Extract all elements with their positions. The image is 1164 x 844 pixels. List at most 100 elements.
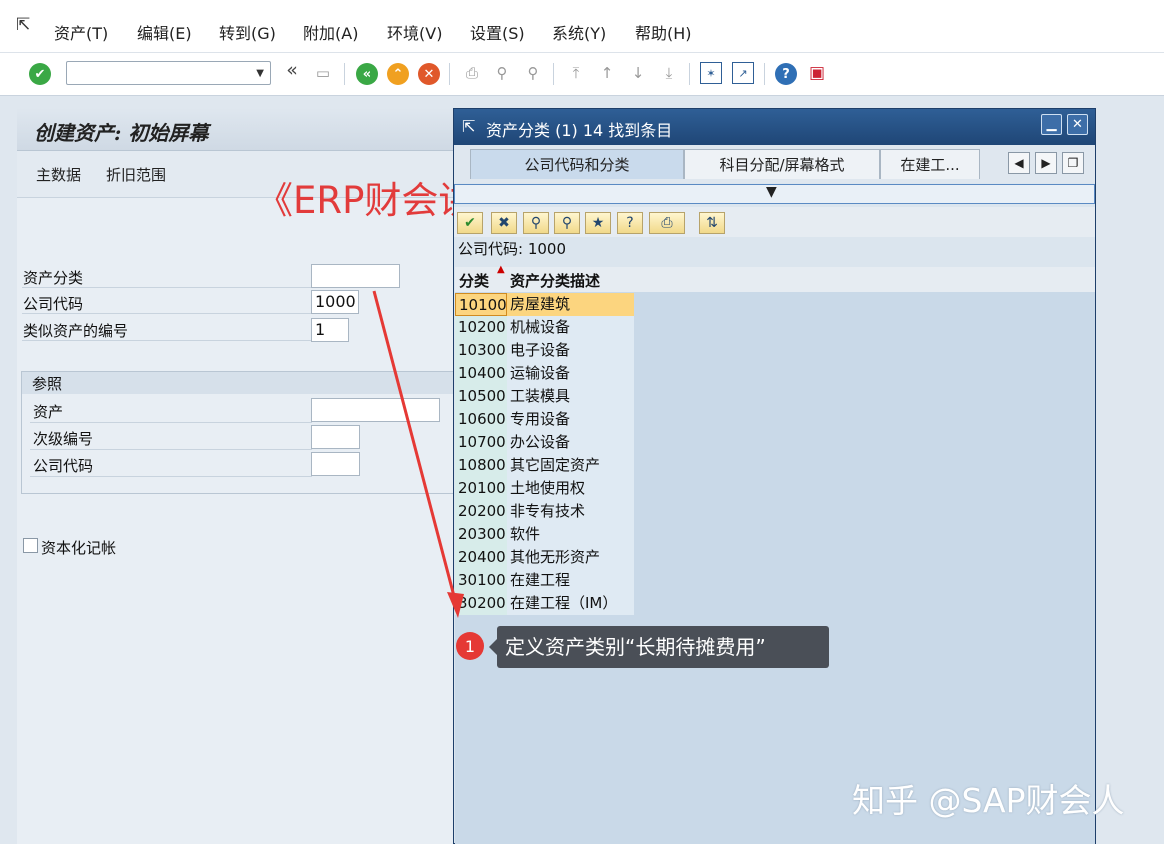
asset-class-code: 10700 bbox=[455, 431, 507, 454]
list-item[interactable]: 10600 专用设备 bbox=[455, 408, 634, 431]
asset-class-description: 工装模具 bbox=[507, 385, 634, 408]
list-item[interactable]: 20100 土地使用权 bbox=[455, 477, 634, 500]
master-data-button[interactable]: 主数据 bbox=[36, 164, 81, 185]
print-icon[interactable]: ⎙ bbox=[649, 212, 685, 234]
menu-extras[interactable]: 附加(A) bbox=[303, 20, 358, 44]
asset-class-description: 在建工程 bbox=[507, 569, 634, 592]
toolbar-separator bbox=[764, 63, 765, 85]
find-icon[interactable]: ⚲ bbox=[523, 212, 549, 234]
divider bbox=[22, 313, 312, 314]
similar-assets-label: 类似资产的编号 bbox=[23, 322, 129, 340]
asset-class-code: 20100 bbox=[455, 477, 507, 500]
list-item[interactable]: 10200 机械设备 bbox=[455, 316, 634, 339]
save-icon[interactable]: ▭ bbox=[312, 62, 334, 84]
menu-goto[interactable]: 转到(G) bbox=[219, 20, 276, 44]
minimize-icon[interactable]: ▁ bbox=[1041, 114, 1062, 135]
list-item[interactable]: 10700 办公设备 bbox=[455, 431, 634, 454]
list-item[interactable]: 10400 运输设备 bbox=[455, 362, 634, 385]
shortcut-icon[interactable]: ↗ bbox=[732, 62, 754, 84]
asset-class-description: 其他无形资产 bbox=[507, 546, 634, 569]
list-item[interactable]: 30200 在建工程（IM） bbox=[455, 592, 634, 615]
find-next-icon[interactable]: ⚲ bbox=[522, 62, 544, 84]
company-code-input[interactable]: 1000 bbox=[311, 290, 359, 314]
asset-class-code: 10600 bbox=[455, 408, 507, 431]
list-item[interactable]: 10800 其它固定资产 bbox=[455, 454, 634, 477]
list-item[interactable]: 20400 其他无形资产 bbox=[455, 546, 634, 569]
menu-edit[interactable]: 编辑(E) bbox=[137, 20, 192, 44]
asset-class-code: 10100 bbox=[455, 293, 507, 316]
divider bbox=[22, 340, 312, 341]
enter-icon[interactable]: ✔ bbox=[29, 63, 51, 85]
menu-settings[interactable]: 设置(S) bbox=[470, 20, 525, 44]
chevron-down-icon[interactable]: ▼ bbox=[256, 68, 264, 79]
close-icon[interactable]: ✕ bbox=[1067, 114, 1088, 135]
menu-system[interactable]: 系统(Y) bbox=[552, 20, 606, 44]
list-item[interactable]: 10100 房屋建筑 bbox=[455, 293, 634, 316]
asset-class-description: 其它固定资产 bbox=[507, 454, 634, 477]
dialog-title: 资产分类 (1) 14 找到条目 bbox=[486, 121, 673, 140]
tab-construction[interactable]: 在建工... bbox=[880, 149, 980, 179]
depreciation-areas-button[interactable]: 折旧范围 bbox=[106, 164, 166, 185]
list-item[interactable]: 10300 电子设备 bbox=[455, 339, 634, 362]
similar-assets-input[interactable]: 1 bbox=[311, 318, 349, 342]
menu-help[interactable]: 帮助(H) bbox=[635, 20, 692, 44]
tab-account-assignment[interactable]: 科目分配/屏幕格式 bbox=[684, 149, 880, 179]
asset-class-description: 非专有技术 bbox=[507, 500, 634, 523]
tab-right-icon[interactable]: ▶ bbox=[1035, 152, 1057, 174]
toolbar-separator bbox=[553, 63, 554, 85]
system-exit-icon[interactable]: ⇱ bbox=[16, 16, 36, 34]
new-session-icon[interactable]: ✶ bbox=[700, 62, 722, 84]
filter-icon[interactable]: ▼ bbox=[766, 184, 777, 200]
cancel-icon[interactable]: ✕ bbox=[418, 63, 440, 85]
back-icon[interactable]: « bbox=[356, 63, 378, 85]
command-field[interactable]: ▼ bbox=[66, 61, 271, 85]
last-page-icon[interactable]: ⤓ bbox=[658, 62, 680, 84]
tab-left-icon[interactable]: ◀ bbox=[1008, 152, 1030, 174]
asset-class-code: 10800 bbox=[455, 454, 507, 477]
info-icon[interactable]: ? bbox=[617, 212, 643, 234]
asset-class-description: 软件 bbox=[507, 523, 634, 546]
list-item[interactable]: 10500 工装模具 bbox=[455, 385, 634, 408]
asset-class-input[interactable] bbox=[311, 264, 400, 288]
menu-asset[interactable]: 资产(T) bbox=[54, 20, 108, 44]
page-title: 创建资产: 初始屏幕 bbox=[34, 121, 209, 145]
prev-page-icon[interactable]: ↑ bbox=[596, 62, 618, 84]
source-watermark: 知乎 @SAP财会人 bbox=[852, 781, 1125, 820]
asset-class-description: 房屋建筑 bbox=[507, 293, 634, 316]
divider bbox=[22, 287, 312, 288]
check-icon[interactable]: ✔ bbox=[457, 212, 483, 234]
asset-class-label: 资产分类 bbox=[23, 269, 84, 287]
first-page-icon[interactable]: ⤒ bbox=[565, 62, 587, 84]
list-item[interactable]: 30100 在建工程 bbox=[455, 569, 634, 592]
ref-subnumber-input[interactable] bbox=[311, 425, 360, 449]
print-icon[interactable]: ⎙ bbox=[461, 62, 483, 84]
tab-company-code-class[interactable]: 公司代码和分类 bbox=[470, 149, 684, 179]
asset-class-code: 10200 bbox=[455, 316, 507, 339]
ref-subnumber-label: 次级编号 bbox=[33, 430, 94, 448]
callout-pointer bbox=[489, 639, 497, 655]
find-next-icon[interactable]: ⚲ bbox=[554, 212, 580, 234]
column-description-header[interactable]: 资产分类描述 bbox=[510, 270, 600, 291]
asset-class-description: 机械设备 bbox=[507, 316, 634, 339]
list-item[interactable]: 20200 非专有技术 bbox=[455, 500, 634, 523]
ref-company-code-label: 公司代码 bbox=[33, 457, 94, 475]
layout-icon[interactable]: ▣ bbox=[806, 62, 828, 84]
reference-title: 参照 bbox=[32, 375, 63, 393]
asset-class-description: 运输设备 bbox=[507, 362, 634, 385]
back-arrows-icon[interactable]: « bbox=[281, 59, 303, 81]
cancel-icon[interactable]: ✖ bbox=[491, 212, 517, 234]
sort-icon[interactable]: ⇅ bbox=[699, 212, 725, 234]
find-icon[interactable]: ⚲ bbox=[491, 62, 513, 84]
column-class-header[interactable]: 分类 bbox=[459, 270, 489, 291]
tab-list-icon[interactable]: ❐ bbox=[1062, 152, 1084, 174]
help-icon[interactable]: ? bbox=[775, 63, 797, 85]
exit-icon[interactable]: ⌃ bbox=[387, 63, 409, 85]
asset-class-code: 20400 bbox=[455, 546, 507, 569]
next-page-icon[interactable]: ↓ bbox=[627, 62, 649, 84]
ref-company-code-input[interactable] bbox=[311, 452, 360, 476]
ref-asset-input[interactable] bbox=[311, 398, 440, 422]
list-item[interactable]: 20300 软件 bbox=[455, 523, 634, 546]
menu-environment[interactable]: 环境(V) bbox=[387, 20, 442, 44]
add-favorite-icon[interactable]: ★ bbox=[585, 212, 611, 234]
capitalize-checkbox[interactable] bbox=[23, 538, 38, 553]
